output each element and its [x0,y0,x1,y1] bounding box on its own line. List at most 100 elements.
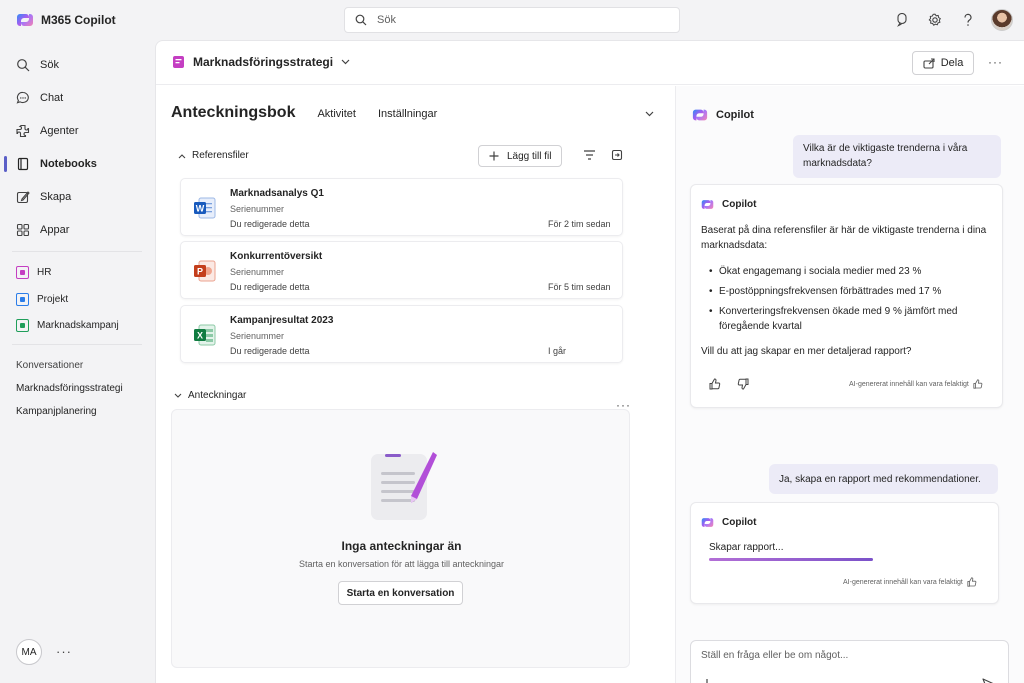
share-button[interactable]: Dela [912,51,974,75]
conversation-item[interactable]: Marknadsföringsstrategi [16,383,123,394]
send-icon[interactable] [982,678,995,683]
response-bullet: Konverteringsfrekvensen ökade med 9 % jä… [709,304,989,334]
sidebar-notebook-projekt[interactable]: Projekt [16,290,68,308]
top-icons [892,9,1013,31]
file-edit-status: Du redigerade detta [230,219,310,229]
sidebar-item-apps[interactable]: Appar [16,219,69,241]
user-avatar[interactable] [991,9,1013,31]
conversation-item[interactable]: Kampanjplanering [16,406,97,417]
sidebar-item-label: Skapa [40,191,72,203]
response-bullet: Ökat engagemang i sociala medier med 23 … [709,264,989,279]
sidebar-notebook-hr[interactable]: HR [16,263,51,281]
divider [12,251,142,252]
copilot-header: Copilot [692,107,754,123]
progress-bar [709,558,873,561]
sidebar-item-search[interactable]: Sök [16,54,59,76]
notebook-header: Marknadsföringsstrategi Dela ··· [156,41,1024,85]
copilot-chat-icon[interactable] [892,9,912,31]
copilot-response-card: Copilot Baserat på dina referensfiler är… [690,184,1003,408]
word-file-icon: W [193,196,217,220]
sidebar-notebook-marknadskampanj[interactable]: Marknadskampanj [16,316,119,334]
sidebar: Sök Chat Agenter Notebooks Skapa Appar H… [0,40,155,683]
tab-activity[interactable]: Aktivitet [317,108,356,120]
file-name: Kampanjresultat 2023 [230,315,334,326]
notebook-icon [16,157,30,171]
response-author: Copilot [701,198,756,211]
tab-notebook[interactable]: Anteckningsbok [171,104,295,122]
copilot-logo-icon [701,198,714,211]
sidebar-item-label: Sök [40,59,59,71]
notebook-tabs: Anteckningsbok Aktivitet Inställningar [171,104,459,122]
sidebar-item-create[interactable]: Skapa [16,186,71,208]
thumbs-up-icon[interactable] [709,378,721,390]
copilot-logo-icon [692,107,708,123]
feedback-row [709,378,749,390]
copilot-logo-icon [701,516,714,529]
sidebar-item-label: Notebooks [40,158,97,170]
chevron-down-icon [341,59,350,65]
references-label: Referensfiler [192,150,249,161]
search-input[interactable] [377,14,657,26]
add-icon[interactable] [701,678,713,683]
user-avatar-initials[interactable]: MA [16,639,42,665]
main-panel: Marknadsföringsstrategi Dela ··· Anteckn… [155,40,1024,683]
add-file-button[interactable]: Lägg till fil [478,145,563,167]
response-question: Vill du att jag skapar en mer detaljerad… [701,346,912,357]
brand[interactable]: M365 Copilot [16,11,116,29]
reference-file-card[interactable]: P Konkurrentöversikt Serienummer Du redi… [180,241,623,299]
notebook-title-dropdown[interactable]: Marknadsföringsstrategi [172,55,350,69]
conversations-title: Konversationer [16,360,84,371]
empty-state-title: Inga anteckningar än [341,539,462,553]
share-icon [923,57,935,69]
response-author-name: Copilot [722,199,757,210]
user-message: Ja, skapa en rapport med rekommendatione… [769,464,998,494]
notebook-title: Marknadsföringsstrategi [193,55,334,69]
notes-section-toggle[interactable]: Anteckningar [174,390,246,401]
file-subtitle: Serienummer [230,204,285,214]
sidebar-item-agents[interactable]: Agenter [16,120,79,142]
ai-disclaimer: AI-genererat innehåll kan vara felaktigt [849,379,983,389]
file-subtitle: Serienummer [230,267,285,277]
copilot-response-card: Copilot Skapar rapport... AI-genererat i… [690,502,999,604]
gear-icon[interactable] [925,9,945,31]
file-timestamp: För 5 tim sedan [548,282,611,292]
thumbs-up-icon[interactable] [973,379,983,389]
references-section-toggle[interactable]: Referensfiler [178,150,249,161]
file-timestamp: I går [548,346,567,356]
chevron-down-icon[interactable] [645,111,654,117]
tab-settings[interactable]: Inställningar [378,108,437,120]
start-conversation-button[interactable]: Starta en konversation [338,581,463,605]
header-more-button[interactable]: ··· [988,55,1003,69]
help-icon[interactable] [958,9,978,31]
sidebar-item-label: Agenter [40,125,79,137]
active-indicator [4,156,7,172]
create-icon [16,190,30,204]
chat-icon [16,91,30,105]
reference-file-card[interactable]: X Kampanjresultat 2023 Serienummer Du re… [180,305,623,363]
more-options[interactable]: ··· [56,644,72,659]
search-box[interactable] [344,7,680,33]
notebook-icon [172,55,185,69]
notes-label: Anteckningar [188,390,247,401]
thumbs-up-icon[interactable] [967,577,977,587]
notebook-pen-illustration-icon [365,448,441,524]
share-label: Dela [940,57,964,69]
reference-file-card[interactable]: W Marknadsanalys Q1 Serienummer Du redig… [180,178,623,236]
chevron-down-icon [174,393,182,398]
file-edit-status: Du redigerade detta [230,346,310,356]
plus-icon [489,151,499,161]
copilot-input[interactable] [701,650,991,661]
copilot-input-box[interactable] [690,640,1009,683]
notes-empty-state: Inga anteckningar än Starta en konversat… [171,409,630,668]
thumbs-down-icon[interactable] [737,378,749,390]
file-name: Konkurrentöversikt [230,251,323,262]
sidebar-item-chat[interactable]: Chat [16,87,63,109]
sidebar-item-notebooks[interactable]: Notebooks [16,153,97,175]
expand-icon[interactable] [611,149,623,161]
response-author-name: Copilot [722,517,757,528]
empty-state-subtitle: Starta en konversation för att lägga til… [298,559,505,569]
app-title: M365 Copilot [41,13,116,27]
notebook-pink-icon [16,265,29,279]
filter-icon[interactable] [583,149,596,161]
notebook-green-icon [16,318,29,332]
